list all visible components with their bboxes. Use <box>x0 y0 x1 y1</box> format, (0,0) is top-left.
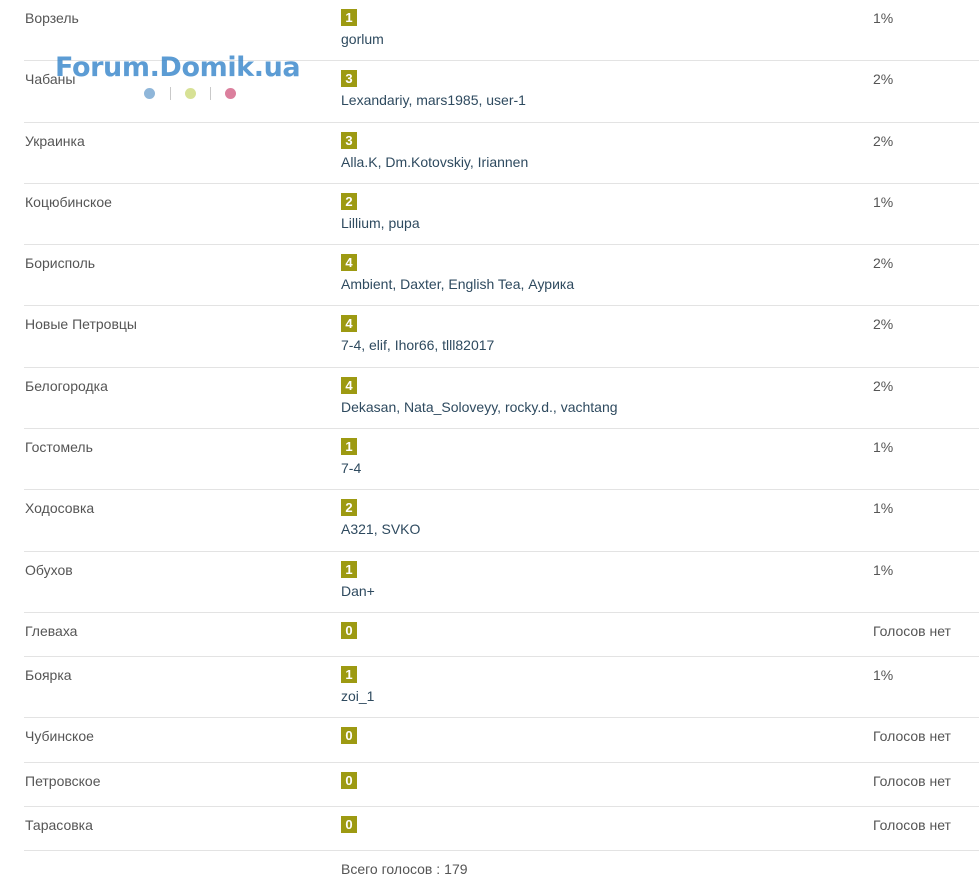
vote-percent: 1% <box>873 10 894 26</box>
option-city: Обухов <box>25 561 73 578</box>
poll-row: Украинка 3 Alla.K, Dm.Kotovskiy, Iriannen 2… <box>24 123 979 184</box>
vote-percent: Голосов нет <box>873 816 951 833</box>
poll-row: Чубинское 0 Голосов нет <box>24 718 979 763</box>
vote-percent: 1% <box>873 500 894 517</box>
voter-names[interactable]: zoi_1 <box>341 688 374 704</box>
poll-row: Новые Петровцы 4 7-4, elif, Ihor66, tlll82… <box>24 306 979 368</box>
option-city: Борисполь <box>25 255 96 272</box>
option-city: Тарасовка <box>25 816 93 833</box>
poll-row: Чабаны 3 Lexandariy, mars1985, user-1 2% <box>24 61 979 123</box>
option-city: Чубинское <box>25 728 94 745</box>
option-city: Гостомель <box>25 439 93 456</box>
poll-row: Белогородка 4 Dekasan, Nata_Soloveyy, rock… <box>24 368 979 430</box>
vote-percent: Голосов нет <box>873 728 951 745</box>
vote-count-badge: 0 <box>341 771 357 789</box>
vote-count-badge: 3 <box>341 131 357 149</box>
vote-percent: 2% <box>873 71 894 88</box>
vote-count-badge: 1 <box>341 9 357 26</box>
poll-row: Борисполь 4 Ambient, Daxter, English Tea, … <box>24 245 979 307</box>
vote-count-badge: 0 <box>341 815 357 833</box>
vote-count-badge: 0 <box>341 621 357 639</box>
vote-percent: 2% <box>873 316 894 333</box>
poll-row: Тарасовка 0 Голосов нет <box>24 807 979 852</box>
vote-count-badge: 4 <box>341 254 357 272</box>
total-value: 179 <box>444 861 468 877</box>
vote-percent: 1% <box>873 561 894 578</box>
vote-count-badge: 0 <box>341 727 357 745</box>
voter-names[interactable]: Dan+ <box>341 583 375 599</box>
option-city: Ворзель <box>25 10 79 26</box>
poll-row: Ворзель 1 gorlum 1% <box>24 0 979 62</box>
option-city: Новые Петровцы <box>25 316 137 333</box>
voter-names[interactable]: Lexandariy, mars1985, user-1 <box>341 92 526 108</box>
option-city: Белогородка <box>25 377 108 394</box>
voter-names[interactable]: Dekasan, Nata_Soloveyy, rocky.d., vachta… <box>341 399 618 415</box>
vote-count-badge: 1 <box>341 560 357 578</box>
vote-count-badge: 2 <box>341 192 357 210</box>
voter-names[interactable]: Lillium, pupa <box>341 215 420 231</box>
poll-row: Гостомель 1 7-4 1% <box>24 429 979 491</box>
vote-percent: 1% <box>873 439 894 456</box>
vote-count-badge: 4 <box>341 376 357 394</box>
option-city: Украинка <box>25 132 85 149</box>
vote-count-badge: 1 <box>341 438 357 456</box>
option-city: Коцюбинское <box>25 193 112 210</box>
total-label: Всего голосов : <box>341 861 441 877</box>
voter-names[interactable]: 7-4 <box>341 460 361 476</box>
poll-row: Боярка 1 zoi_1 1% <box>24 657 979 719</box>
vote-percent: 1% <box>873 193 894 210</box>
voter-names[interactable]: Ambient, Daxter, English Tea, Аурика <box>341 276 574 292</box>
total-votes: Всего голосов :179 <box>341 861 468 877</box>
option-city: Ходосовка <box>25 500 95 517</box>
vote-percent: Голосов нет <box>873 772 951 789</box>
voter-names[interactable]: 7-4, elif, Ihor66, tlll82017 <box>341 337 494 353</box>
option-city: Боярка <box>25 667 72 684</box>
option-city: Глеваха <box>25 622 78 639</box>
vote-percent: 2% <box>873 255 894 272</box>
voter-names[interactable]: A321, SVKO <box>341 521 420 537</box>
vote-count-badge: 2 <box>341 499 357 517</box>
poll-row: Коцюбинское 2 Lillium, pupa 1% <box>24 184 979 246</box>
option-city: Чабаны <box>25 71 76 88</box>
vote-percent: 2% <box>873 377 894 394</box>
option-city: Петровское <box>25 772 101 789</box>
poll-results: Ворзель 1 gorlum 1% Чабаны 3 Lexandariy, mars1… <box>24 0 979 852</box>
vote-count-badge: 4 <box>341 315 357 333</box>
vote-count-badge: 3 <box>341 70 357 88</box>
poll-row: Обухов 1 Dan+ 1% <box>24 552 979 613</box>
voter-names[interactable]: Alla.K, Dm.Kotovskiy, Iriannen <box>341 154 528 170</box>
vote-percent: 1% <box>873 667 894 684</box>
vote-percent: Голосов нет <box>873 622 951 639</box>
poll-row: Петровское 0 Голосов нет <box>24 763 979 807</box>
poll-row: Ходосовка 2 A321, SVKO 1% <box>24 490 979 552</box>
vote-percent: 2% <box>873 132 894 149</box>
vote-count-badge: 1 <box>341 666 357 684</box>
poll-row: Глеваха 0 Голосов нет <box>24 613 979 658</box>
voter-names[interactable]: gorlum <box>341 31 384 47</box>
